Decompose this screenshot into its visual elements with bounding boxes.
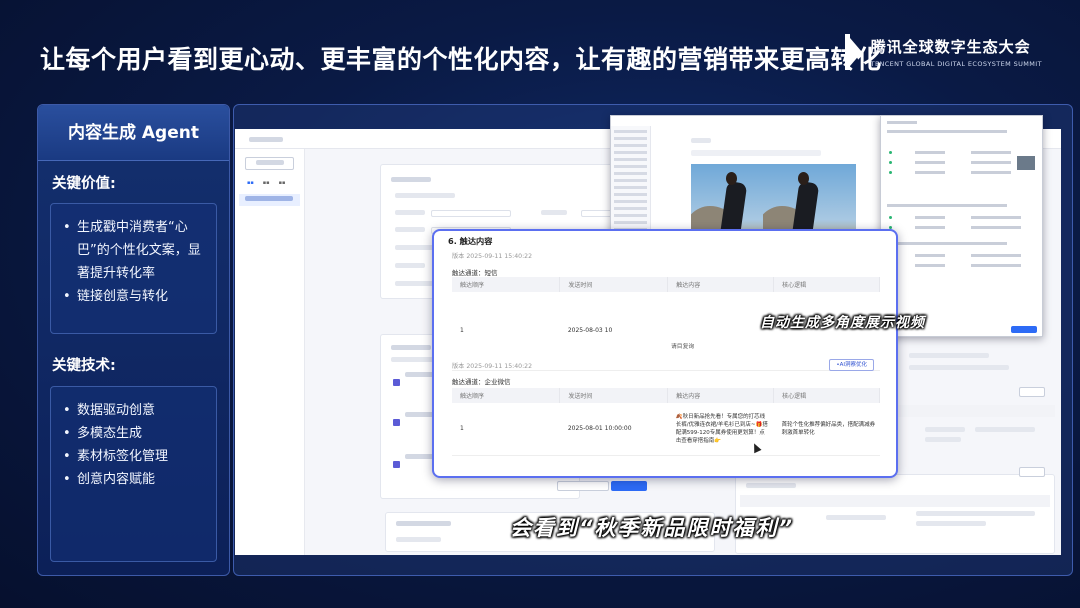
app-sidebar: ▪▪ ▪▪ ▪▪: [235, 149, 305, 555]
tencent-logo-icon: [844, 34, 863, 70]
partial-text: 请目复询: [671, 344, 695, 350]
popup-title: 6. 触达内容: [448, 236, 493, 246]
brand-logo: 腾讯全球数字生态大会 TENCENT GLOBAL DIGITAL ECOSYS…: [844, 34, 1042, 70]
sidebar-tabs[interactable]: ▪▪ ▪▪ ▪▪: [235, 178, 304, 188]
key-tech-label: 关键技术:: [52, 358, 116, 374]
sms-channel-label: 触达通道：短信: [452, 269, 498, 277]
col-header: 触达顺序: [452, 277, 561, 292]
col-header: 发送时间: [559, 388, 669, 403]
tech-item: 素材标签化管理: [63, 445, 206, 468]
sms-time: 2025-08-03 10: [559, 292, 668, 371]
insight-document-window: [880, 115, 1043, 337]
sidebar-item-active[interactable]: [239, 194, 300, 206]
checkbox[interactable]: [393, 411, 400, 430]
key-value-label: 关键价值:: [52, 176, 116, 192]
confirm-button[interactable]: [611, 481, 647, 491]
doc-confirm-button[interactable]: [1011, 326, 1037, 333]
wechat-time: 2025-08-01 10:00:00: [559, 403, 668, 456]
checkbox[interactable]: [393, 453, 400, 472]
background-table-right: [895, 335, 1055, 535]
sms-order: 1: [452, 292, 560, 371]
value-item: 生成戳中消费者“心巴”的个性化文案，显著提升转化率: [63, 216, 206, 285]
agent-title: 内容生成 Agent: [38, 105, 229, 161]
ai-optimize-button-bg2[interactable]: [1019, 467, 1045, 477]
key-tech-box: 数据驱动创意 多模态生成 素材标签化管理 创意内容赋能: [50, 386, 217, 562]
reach-content-popup: 6. 触达内容 版本 2025-09-11 15:40:22 触达通道：短信 触…: [432, 229, 898, 478]
wechat-logic: 首轮个性化推荐偏好品类，搭配满减券刺激首单转化: [773, 403, 880, 456]
checkbox[interactable]: [393, 371, 400, 390]
col-header: 触达内容: [667, 277, 775, 292]
tech-item: 多模态生成: [63, 422, 206, 445]
brand-name-cn: 腾讯全球数字生态大会: [870, 38, 1031, 56]
thumbnail-image: [1017, 156, 1035, 170]
tech-item: 创意内容赋能: [63, 468, 206, 491]
wechat-version: 版本 2025-09-11 15:40:22: [452, 363, 533, 370]
col-header: 核心逻辑: [773, 388, 880, 403]
key-value-box: 生成戳中消费者“心巴”的个性化文案，显著提升转化率 链接创意与转化: [50, 203, 217, 334]
ai-optimize-button[interactable]: •AI洞察优化: [829, 359, 874, 371]
wechat-order: 1: [452, 403, 560, 456]
col-header: 触达内容: [667, 388, 775, 403]
wechat-table: 触达顺序 发送时间 触达内容 核心逻辑 1 2025-08-01 10:00:0…: [452, 388, 880, 456]
col-header: 发送时间: [559, 277, 669, 292]
ai-optimize-button-bg[interactable]: [1019, 387, 1045, 397]
agent-info-panel: 内容生成 Agent 关键价值: 生成戳中消费者“心巴”的个性化文案，显著提升转…: [37, 104, 230, 576]
col-header: 核心逻辑: [773, 277, 880, 292]
subtitle-bottom: 会看到“秋季新品限时福利”: [510, 516, 795, 540]
subtitle-top: 自动生成多角度展示视频: [760, 315, 925, 331]
regenerate-button[interactable]: [557, 481, 609, 491]
table-row: 1 2025-08-01 10:00:00 🍂秋日新品抢先看！专属您的打芯线长裤…: [452, 403, 880, 456]
brand-name-en: TENCENT GLOBAL DIGITAL ECOSYSTEM SUMMIT: [870, 60, 1042, 68]
value-item: 链接创意与转化: [63, 285, 206, 308]
headline: 让每个用户看到更心动、更丰富的个性化内容，让有趣的营销带来更高转化: [40, 45, 882, 74]
wechat-channel-label: 触达通道：企业微信: [452, 378, 511, 386]
tech-item: 数据驱动创意: [63, 399, 206, 422]
new-task-button[interactable]: [245, 157, 294, 170]
sms-version: 版本 2025-09-11 15:40:22: [452, 253, 533, 260]
col-header: 触达顺序: [452, 388, 561, 403]
